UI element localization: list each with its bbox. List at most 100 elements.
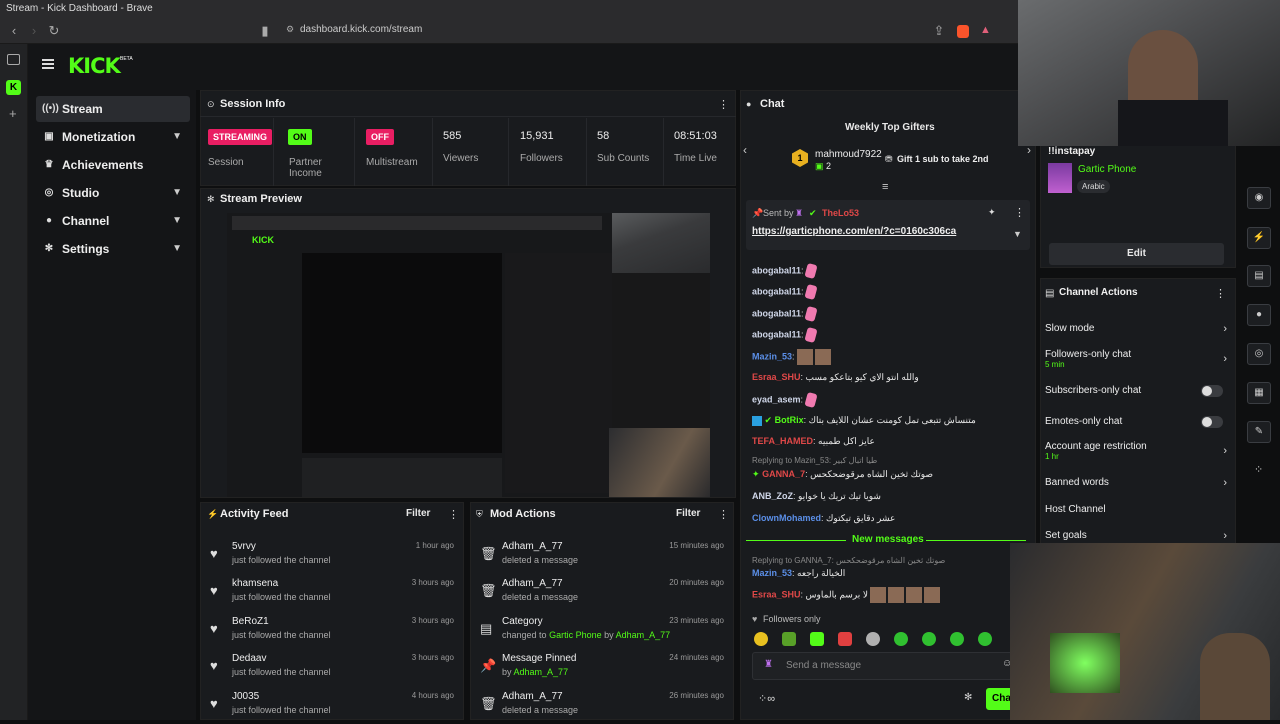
action-emotes-only[interactable]: Emotes-only chat (1045, 416, 1227, 428)
action-account-age[interactable]: Account age restriction 1 hr › (1045, 441, 1227, 461)
chat-input-placeholder[interactable]: Send a message (786, 660, 861, 671)
emote-icon[interactable] (754, 632, 768, 646)
chat-username[interactable]: Mazin_53 (752, 351, 792, 361)
emote-icon[interactable] (838, 632, 852, 646)
chat-message: eyad_asem: (752, 391, 818, 409)
forward-icon[interactable]: › (25, 22, 43, 40)
follower-name: 5vrvy (232, 541, 256, 552)
gifter-count: 2 (826, 161, 832, 171)
new-messages-divider[interactable]: New messages (852, 534, 924, 545)
collapse-icon[interactable]: ≡ (882, 181, 888, 193)
emote-icon[interactable] (922, 632, 936, 646)
action-slow-mode[interactable]: Slow mode › (1045, 323, 1227, 335)
menu-icon[interactable] (42, 59, 54, 69)
brave-shield-icon[interactable] (957, 25, 969, 38)
wrench-icon[interactable]: ✎ (1247, 421, 1271, 443)
unpin-icon[interactable]: ✦ (988, 207, 996, 218)
camera-icon[interactable]: ◉ (1247, 187, 1271, 209)
sidebar-item-monetization[interactable]: ▣ Monetization ▼ (36, 124, 190, 150)
chat-icon[interactable]: ● (1247, 304, 1271, 326)
chat-username[interactable]: abogabal11 (752, 308, 801, 318)
chat-username[interactable]: eyad_asem (752, 394, 801, 404)
kick-tab-icon[interactable]: K (6, 80, 21, 95)
action-banned-words[interactable]: Banned words › (1045, 477, 1227, 489)
mod-filter-button[interactable]: Filter (676, 508, 700, 519)
user-link[interactable]: Adham_A_77 (514, 667, 569, 677)
gear-icon: ✻ (44, 243, 54, 254)
time-live-label: Time Live (674, 153, 717, 164)
category-name[interactable]: Gartic Phone (1078, 164, 1136, 175)
emote-icon[interactable] (950, 632, 964, 646)
back-icon[interactable]: ‹ (5, 22, 23, 40)
more-options-icon[interactable]: ⋮ (1014, 206, 1025, 219)
emotes-only-toggle[interactable] (1201, 416, 1223, 428)
action-followers-only[interactable]: Followers-only chat 5 min › (1045, 349, 1227, 369)
stream-preview-video[interactable]: KICK (227, 213, 710, 497)
sidebar-item-achievements[interactable]: ♛ Achievements (36, 152, 190, 178)
activity-list: ♥ 5vrvy just followed the channel 1 hour ag… (200, 535, 464, 720)
time-live-value: 08:51:03 (674, 130, 717, 142)
chat-username[interactable]: abogabal11 (752, 286, 801, 296)
bolt-icon[interactable]: ⚡ (1247, 227, 1271, 249)
chevron-left-icon[interactable]: ‹ (743, 143, 747, 157)
sidebar-item-settings[interactable]: ✻ Settings ▼ (36, 236, 190, 262)
chat-message: abogabal11: (752, 262, 818, 280)
chat-username[interactable]: BotRix (775, 415, 804, 425)
document-icon[interactable]: ▤ (1247, 265, 1271, 287)
pinned-link[interactable]: https://garticphone.com/en/?c=0160c306ca (752, 226, 956, 237)
chat-username[interactable]: Esraa_SHU (752, 372, 801, 382)
emote-icon[interactable] (810, 632, 824, 646)
chat-settings-icon[interactable]: ✻ (964, 692, 972, 703)
emote-icon[interactable] (978, 632, 992, 646)
brave-rewards-icon[interactable]: ▲ (980, 24, 991, 36)
chevron-down-icon[interactable]: ▼ (1013, 229, 1022, 239)
more-options-icon[interactable]: ⋮ (1215, 287, 1226, 300)
chat-username[interactable]: GANNA_7 (762, 469, 805, 479)
sidebar-item-studio[interactable]: ◎ Studio ▼ (36, 180, 190, 206)
sidebar-item-label: Stream (62, 102, 103, 116)
layout-icon[interactable]: ▦ (1247, 382, 1271, 404)
chat-username[interactable]: ClownMohamed (752, 513, 821, 523)
reload-icon[interactable]: ↻ (45, 22, 63, 40)
sidebar-item-channel[interactable]: ● Channel ▼ (36, 208, 190, 234)
kick-logo[interactable]: KICK (68, 54, 121, 78)
broadcast-icon[interactable]: ◎ (1247, 343, 1271, 365)
category-link[interactable]: Gartic Phone (549, 630, 602, 640)
pinned-user[interactable]: TheLo53 (822, 208, 859, 218)
partner-income-badge[interactable]: ON (288, 129, 312, 145)
address-bar[interactable]: dashboard.kick.com/stream (300, 24, 422, 35)
chat-username[interactable]: abogabal11 (752, 265, 801, 275)
subscribers-only-toggle[interactable] (1201, 385, 1223, 397)
apps-icon[interactable]: ⁘ (1254, 463, 1263, 476)
points-icon[interactable]: ⁘∞ (758, 692, 775, 705)
more-options-icon[interactable]: ⋮ (448, 508, 459, 521)
add-panel-icon[interactable]: + (9, 106, 17, 121)
chat-username[interactable]: Mazin_53 (752, 568, 792, 578)
more-options-icon[interactable]: ⋮ (718, 98, 729, 111)
chat-username[interactable]: Esraa_SHU (752, 589, 801, 599)
sidebar-toggle-icon[interactable] (7, 54, 20, 65)
user-link[interactable]: Adham_A_77 (616, 630, 671, 640)
edit-button[interactable]: Edit (1049, 243, 1224, 265)
multistream-badge[interactable]: OFF (366, 129, 394, 145)
action-set-goals[interactable]: Set goals › (1045, 530, 1227, 542)
category-thumbnail[interactable] (1048, 163, 1072, 193)
gifter-name[interactable]: mahmoud7922 (815, 149, 882, 160)
share-icon[interactable]: ⇪ (930, 22, 948, 40)
chat-username[interactable]: TEFA_HAMED (752, 436, 813, 446)
emote-icon[interactable] (894, 632, 908, 646)
activity-filter-button[interactable]: Filter (406, 508, 430, 519)
emote-icon[interactable] (866, 632, 880, 646)
site-info-icon[interactable]: ⚙ (286, 24, 294, 35)
emote-icon[interactable] (782, 632, 796, 646)
more-options-icon[interactable]: ⋮ (718, 508, 729, 521)
chat-username[interactable]: ANB_ZoZ (752, 491, 793, 501)
chevron-right-icon: › (1223, 477, 1227, 489)
text: changed to (502, 630, 547, 640)
action-subscribers-only[interactable]: Subscribers-only chat (1045, 385, 1227, 397)
chat-username[interactable]: abogabal11 (752, 329, 801, 339)
action-host-channel[interactable]: Host Channel (1045, 504, 1227, 515)
gift-sub-button[interactable]: Gift 1 sub to take 2nd (897, 154, 989, 164)
sidebar-item-stream[interactable]: ((•)) Stream (36, 96, 190, 122)
bookmark-icon[interactable]: ▮ (256, 22, 274, 40)
